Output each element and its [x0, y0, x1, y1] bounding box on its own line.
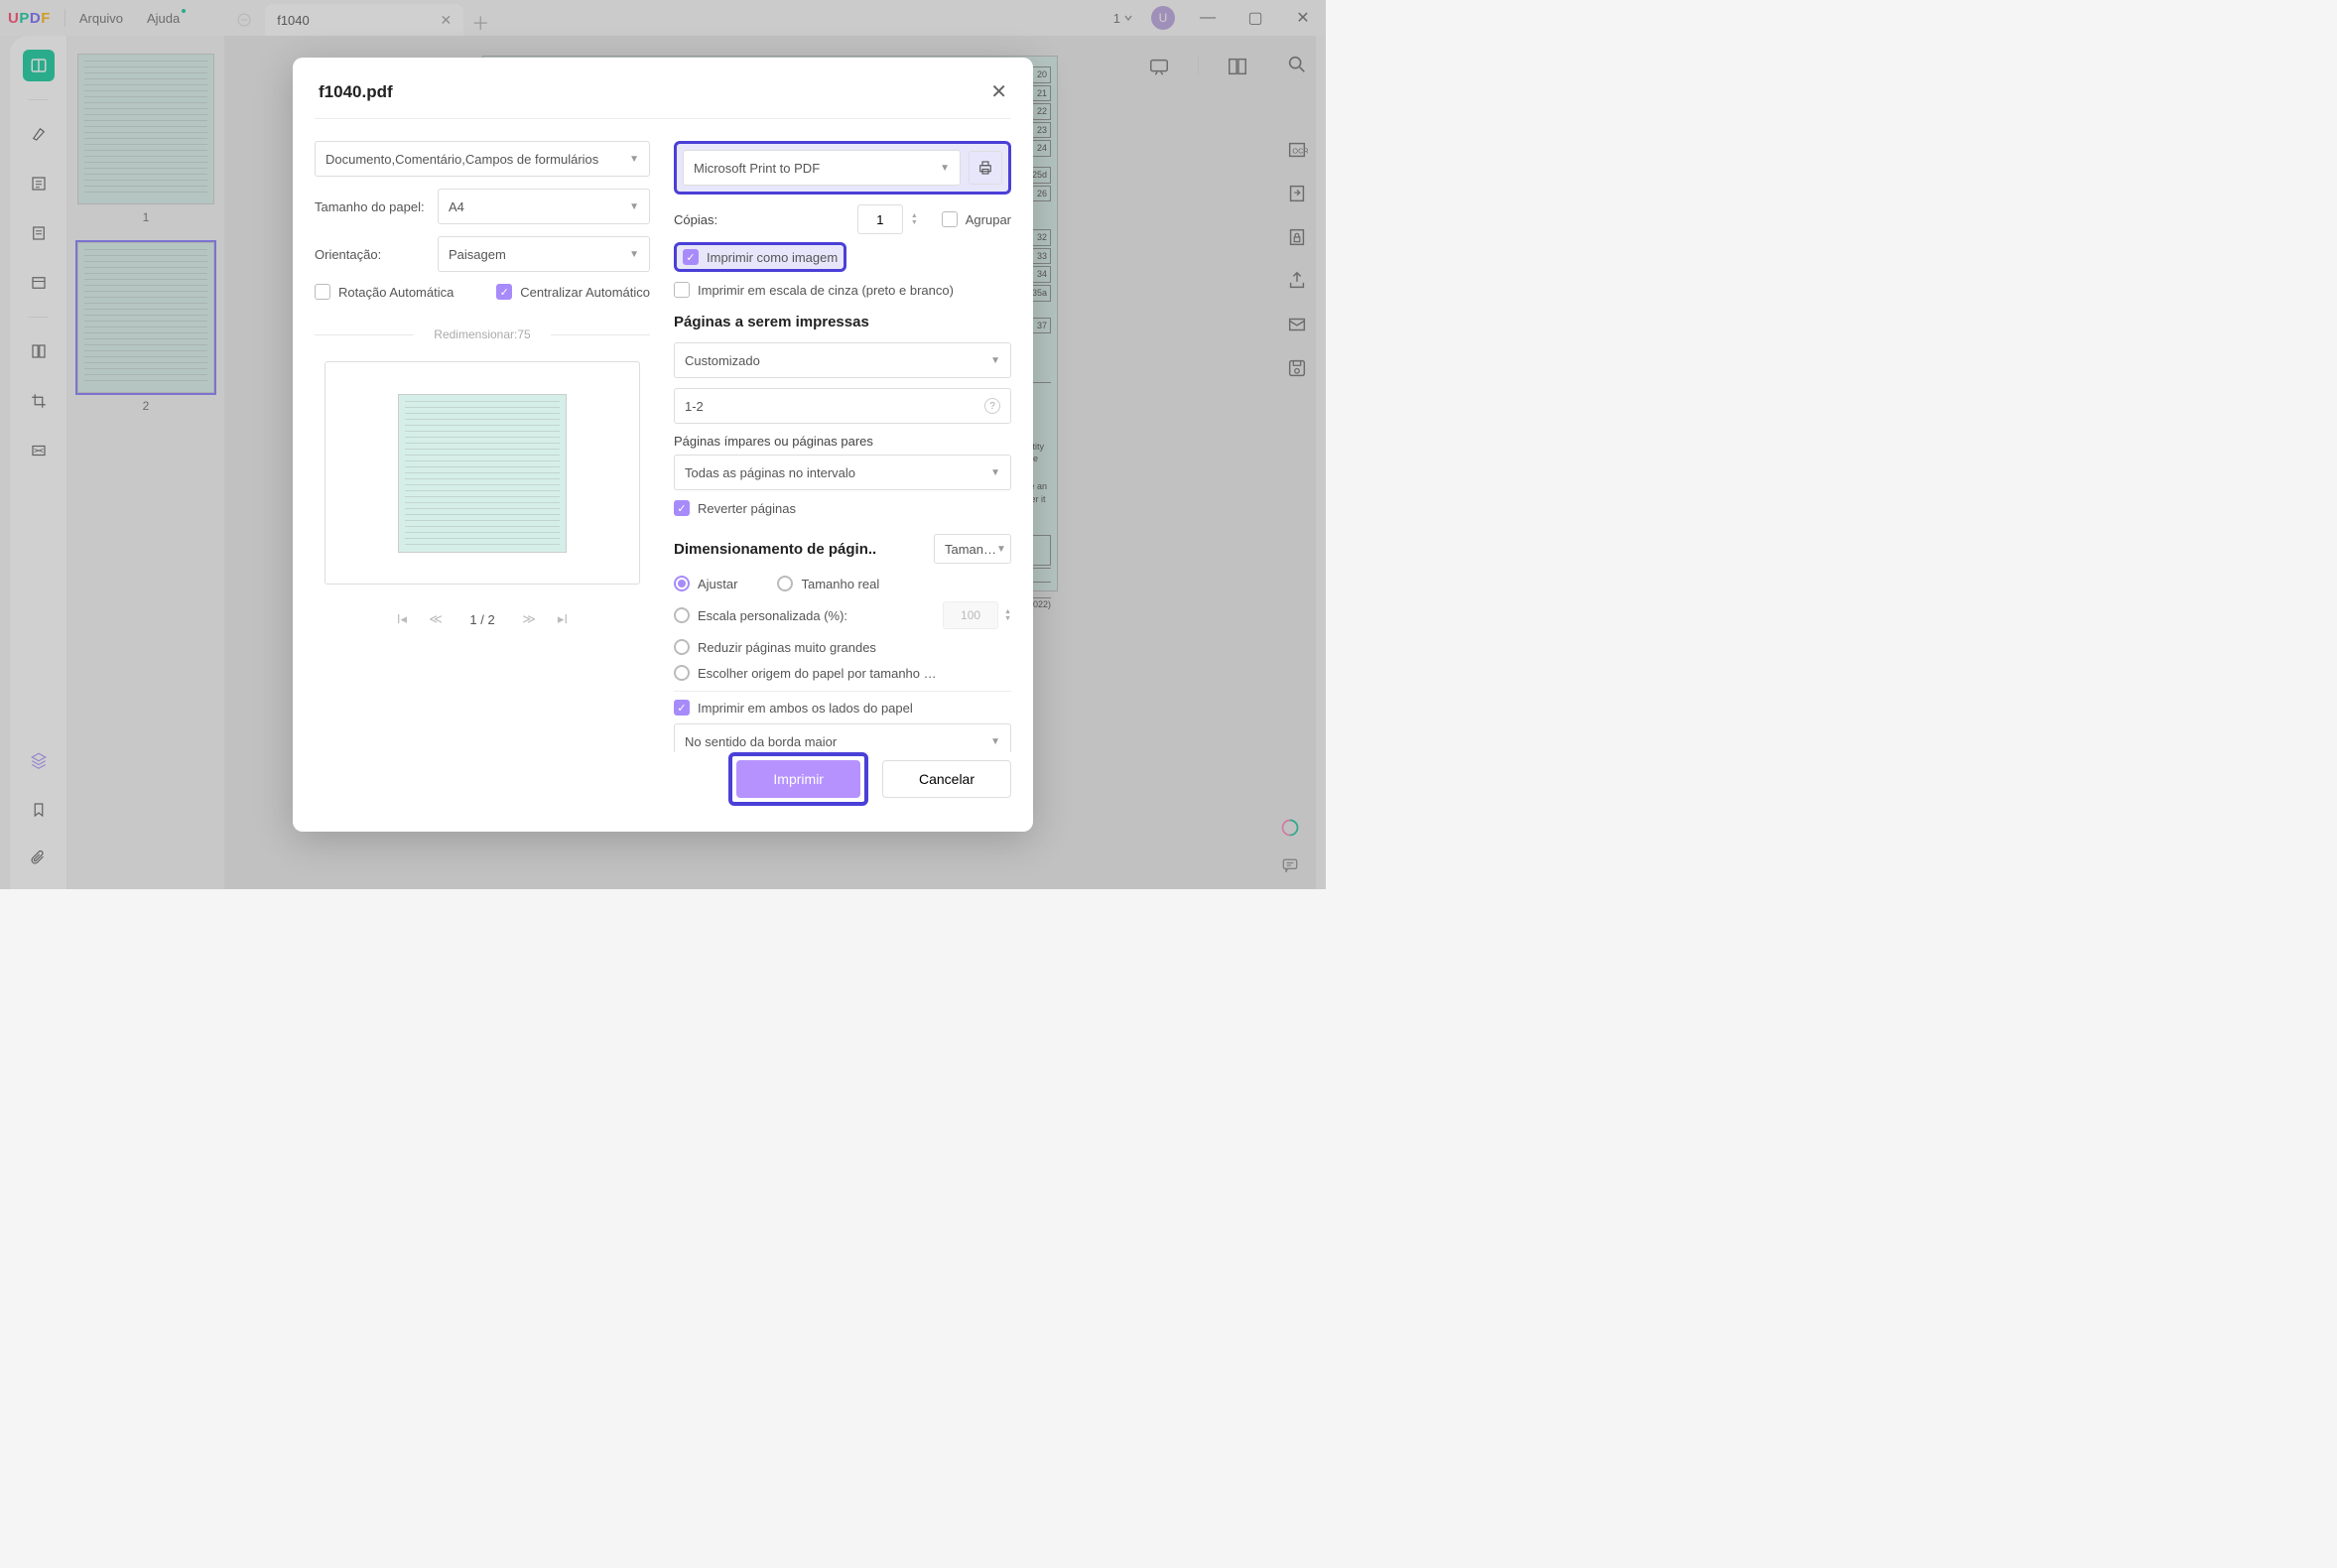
paper-size-select[interactable]: A4▼: [438, 189, 650, 224]
pager-first-icon[interactable]: I◂: [389, 606, 415, 632]
pager-last-icon[interactable]: ▸I: [550, 606, 576, 632]
scaling-select[interactable]: Taman…▼: [934, 534, 1011, 564]
paper-size-label: Tamanho do papel:: [315, 199, 428, 214]
scale-spinner[interactable]: ▲▼: [1004, 608, 1011, 622]
custom-scale-radio[interactable]: [674, 607, 690, 623]
close-icon[interactable]: ✕: [990, 79, 1007, 104]
orientation-select[interactable]: Paisagem▼: [438, 236, 650, 272]
pager-prev-icon[interactable]: ≪: [423, 606, 449, 632]
orientation-label: Orientação:: [315, 247, 428, 262]
reverse-pages-checkbox[interactable]: [674, 500, 690, 516]
auto-rotate-checkbox[interactable]: [315, 284, 330, 300]
help-icon[interactable]: ?: [984, 398, 1000, 414]
actual-size-radio[interactable]: [777, 576, 793, 591]
auto-center-checkbox[interactable]: [496, 284, 512, 300]
custom-scale-input[interactable]: [943, 601, 998, 629]
pager-next-icon[interactable]: ≫: [516, 606, 542, 632]
both-sides-checkbox[interactable]: [674, 700, 690, 716]
copies-input[interactable]: [857, 204, 903, 234]
odd-even-select[interactable]: Todas as páginas no intervalo▼: [674, 455, 1011, 490]
choose-source-radio[interactable]: [674, 665, 690, 681]
fit-radio[interactable]: [674, 576, 690, 591]
pages-range-input[interactable]: 1-2?: [674, 388, 1011, 424]
printer-select[interactable]: Microsoft Print to PDF▼: [683, 150, 961, 186]
modal-title: f1040.pdf: [319, 82, 393, 102]
print-dialog: f1040.pdf ✕ Documento,Comentário,Campos …: [293, 58, 1033, 832]
pages-heading: Páginas a serem impressas: [674, 314, 1011, 330]
odd-even-label: Páginas ímpares ou páginas pares: [674, 434, 1011, 449]
copies-label: Cópias:: [674, 212, 847, 227]
print-button[interactable]: Imprimir: [736, 760, 860, 798]
document-content-select[interactable]: Documento,Comentário,Campos de formulári…: [315, 141, 650, 177]
flip-select[interactable]: No sentido da borda maior▼: [674, 723, 1011, 752]
pager-current[interactable]: 1 / 2: [456, 612, 508, 627]
copies-spinner[interactable]: ▲▼: [911, 212, 918, 226]
shrink-radio[interactable]: [674, 639, 690, 655]
grayscale-checkbox[interactable]: [674, 282, 690, 298]
scaling-heading: Dimensionamento de págin..: [674, 541, 924, 558]
pages-mode-select[interactable]: Customizado▼: [674, 342, 1011, 378]
print-as-image-checkbox[interactable]: [683, 249, 699, 265]
resize-label: Redimensionar:75: [315, 327, 650, 341]
collate-checkbox[interactable]: [942, 211, 958, 227]
printer-properties-icon[interactable]: [969, 151, 1002, 185]
print-preview: [325, 361, 640, 585]
cancel-button[interactable]: Cancelar: [882, 760, 1011, 798]
